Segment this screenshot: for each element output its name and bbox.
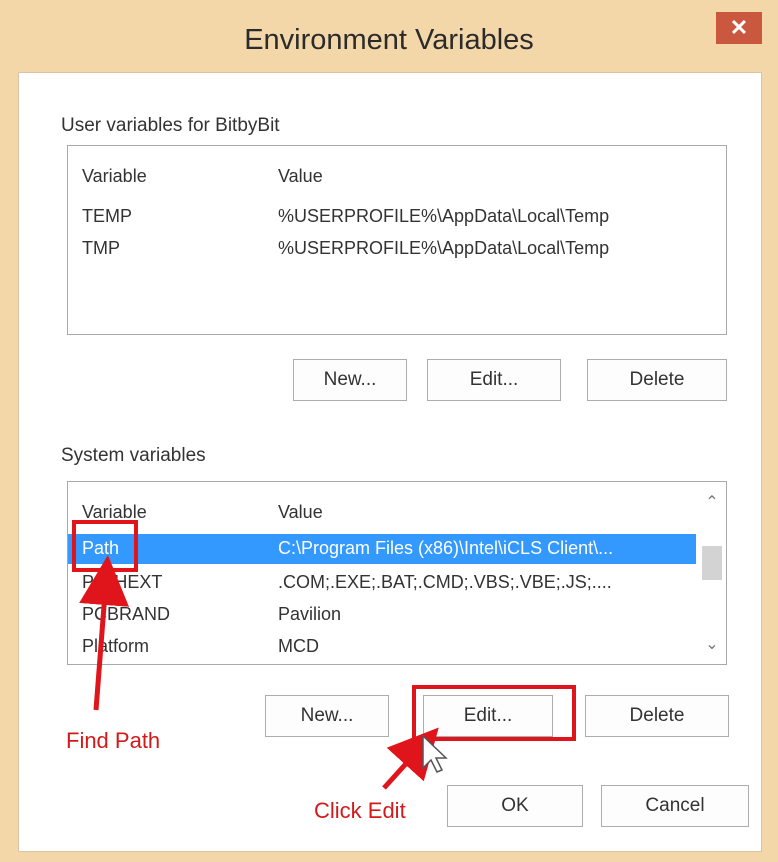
click-edit-annotation: Click Edit	[314, 798, 406, 823]
find-path-annotation: Find Path	[66, 728, 161, 753]
click-edit-arrow	[382, 727, 439, 790]
find-path-arrow	[79, 555, 130, 711]
mouse-cursor-icon	[422, 734, 448, 773]
environment-variables-window: Environment Variables ✕ User variables f…	[0, 0, 778, 862]
